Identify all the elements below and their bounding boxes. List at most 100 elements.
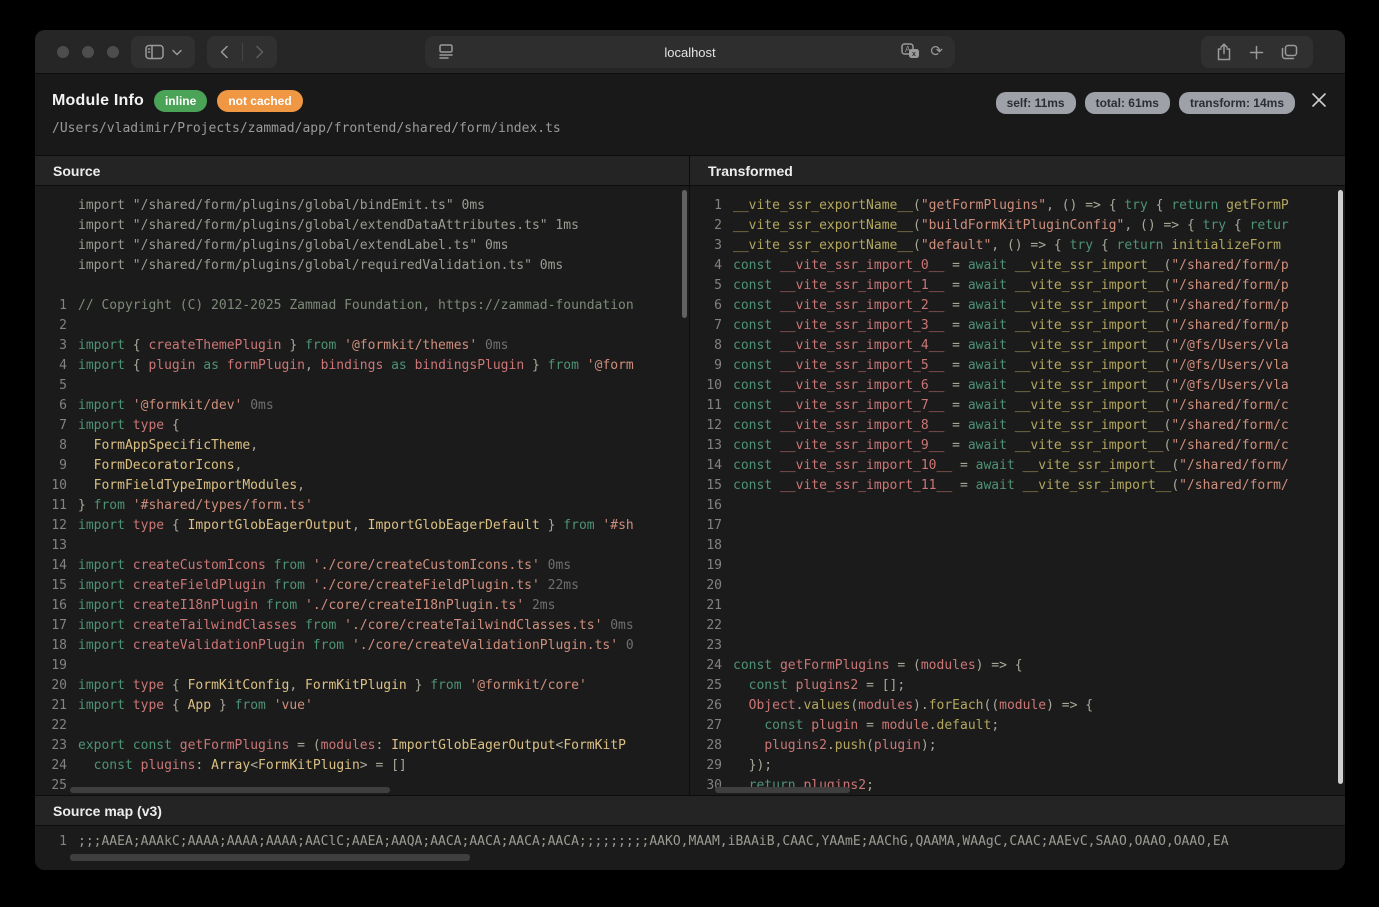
page-title: Module Info: [52, 92, 144, 110]
source-panel: Source import "/shared/form/plugins/glob…: [35, 156, 690, 795]
code-line: 16: [698, 496, 1345, 516]
code-line: 27 const plugin = module.default;: [698, 716, 1345, 736]
code-line: 15import createFieldPlugin from './core/…: [43, 576, 689, 596]
code-line: 24const getFormPlugins = (modules) => {: [698, 656, 1345, 676]
url-text: localhost: [664, 45, 715, 60]
close-window-button[interactable]: [57, 46, 69, 58]
code-line: 20import type { FormKitConfig, FormKitPl…: [43, 676, 689, 696]
source-code-area[interactable]: import "/shared/form/plugins/global/bind…: [35, 186, 689, 795]
code-line: 25 const plugins2 = [];: [698, 676, 1345, 696]
code-line: 1// Copyright (C) 2012-2025 Zammad Found…: [43, 296, 689, 316]
code-line: 10const __vite_ssr_import_6__ = await __…: [698, 376, 1345, 396]
code-panels: Source import "/shared/form/plugins/glob…: [35, 156, 1345, 795]
code-line: 5const __vite_ssr_import_1__ = await __v…: [698, 276, 1345, 296]
code-line: 13: [43, 536, 689, 556]
cache-status-badge: not cached: [217, 90, 302, 112]
svg-text:x: x: [912, 51, 916, 58]
code-line: import "/shared/form/plugins/global/bind…: [43, 196, 689, 216]
toolbar-right-group: [1201, 36, 1313, 68]
code-line: 12import type { ImportGlobEagerOutput, I…: [43, 516, 689, 536]
code-line: 15const __vite_ssr_import_11__ = await _…: [698, 476, 1345, 496]
module-info-header: Module Info inline not cached /Users/vla…: [35, 74, 1345, 156]
code-line: 1;;;AAEA;AAAkC;AAAA;AAAA;AAAA;AAClC;AAEA…: [43, 832, 1345, 852]
code-line: 26 Object.values(modules).forEach((modul…: [698, 696, 1345, 716]
code-line: [43, 276, 689, 296]
code-line: import "/shared/form/plugins/global/requ…: [43, 256, 689, 276]
minimize-window-button[interactable]: [82, 46, 94, 58]
code-line: 9const __vite_ssr_import_5__ = await __v…: [698, 356, 1345, 376]
source-vertical-scrollbar[interactable]: [682, 190, 687, 318]
zoom-window-button[interactable]: [107, 46, 119, 58]
code-line: 18import createValidationPlugin from './…: [43, 636, 689, 656]
transformed-vertical-scrollbar[interactable]: [1338, 190, 1343, 784]
code-line: 5: [43, 376, 689, 396]
code-line: 18: [698, 536, 1345, 556]
code-line: 10 FormFieldTypeImportModules,: [43, 476, 689, 496]
transformed-panel: Transformed 1__vite_ssr_exportName__("ge…: [690, 156, 1345, 795]
sourcemap-section: Source map (v3) 1;;;AAEA;AAAkC;AAAA;AAAA…: [35, 795, 1345, 870]
code-line: 11const __vite_ssr_import_7__ = await __…: [698, 396, 1345, 416]
code-line: 4import { plugin as formPlugin, bindings…: [43, 356, 689, 376]
transform-time-badge: transform: 14ms: [1179, 92, 1295, 114]
code-line: 3__vite_ssr_exportName__("default", () =…: [698, 236, 1345, 256]
code-line: 9 FormDecoratorIcons,: [43, 456, 689, 476]
code-line: 4const __vite_ssr_import_0__ = await __v…: [698, 256, 1345, 276]
self-time-badge: self: 11ms: [996, 92, 1076, 114]
sourcemap-code-area[interactable]: 1;;;AAEA;AAAkC;AAAA;AAAA;AAAA;AAClC;AAEA…: [35, 826, 1345, 852]
transformed-panel-title: Transformed: [690, 156, 1345, 186]
code-line: 28 plugins2.push(plugin);: [698, 736, 1345, 756]
forward-button[interactable]: [243, 36, 277, 68]
browser-window: localhost Ax ⟳ Module Info inline: [35, 30, 1345, 870]
code-line: 7import type {: [43, 416, 689, 436]
sidebar-toggle-button[interactable]: [131, 36, 195, 68]
code-line: 2__vite_ssr_exportName__("buildFormKitPl…: [698, 216, 1345, 236]
chevron-down-icon: [172, 49, 182, 56]
back-button[interactable]: [208, 36, 242, 68]
code-line: 8 FormAppSpecificTheme,: [43, 436, 689, 456]
sourcemap-title: Source map (v3): [35, 796, 1345, 826]
traffic-lights: [57, 46, 119, 58]
close-icon[interactable]: [1309, 90, 1329, 110]
code-line: 19: [43, 656, 689, 676]
code-line: 19: [698, 556, 1345, 576]
reload-icon[interactable]: ⟳: [930, 44, 943, 59]
code-line: 8const __vite_ssr_import_4__ = await __v…: [698, 336, 1345, 356]
address-bar[interactable]: localhost Ax ⟳: [425, 36, 955, 68]
code-line: 14const __vite_ssr_import_10__ = await _…: [698, 456, 1345, 476]
transformed-horizontal-scrollbar[interactable]: [715, 787, 850, 793]
code-line: 17: [698, 516, 1345, 536]
nav-buttons: [207, 36, 277, 68]
code-line: 6import '@formkit/dev' 0ms: [43, 396, 689, 416]
transformed-code-area[interactable]: 1__vite_ssr_exportName__("getFormPlugins…: [690, 186, 1345, 795]
code-line: 12const __vite_ssr_import_8__ = await __…: [698, 416, 1345, 436]
module-file-path: /Users/vladimir/Projects/zammad/app/fron…: [52, 121, 561, 136]
code-line: 22: [698, 616, 1345, 636]
sidebar-icon: [145, 44, 164, 60]
code-line: 23export const getFormPlugins = (modules…: [43, 736, 689, 756]
code-line: 3import { createThemePlugin } from '@for…: [43, 336, 689, 356]
browser-toolbar: localhost Ax ⟳: [35, 30, 1345, 74]
source-panel-title: Source: [35, 156, 689, 186]
code-line: 13const __vite_ssr_import_9__ = await __…: [698, 436, 1345, 456]
tab-overview-icon[interactable]: [1281, 44, 1298, 60]
timing-stats: self: 11ms total: 61ms transform: 14ms: [996, 92, 1295, 114]
code-line: 29 });: [698, 756, 1345, 776]
reader-view-icon[interactable]: [439, 44, 453, 59]
share-icon[interactable]: [1216, 43, 1232, 61]
code-line: 17import createTailwindClasses from './c…: [43, 616, 689, 636]
translate-icon[interactable]: Ax: [901, 43, 920, 59]
code-line: 24 const plugins: Array<FormKitPlugin> =…: [43, 756, 689, 776]
code-line: 14import createCustomIcons from './core/…: [43, 556, 689, 576]
source-horizontal-scrollbar[interactable]: [70, 787, 390, 793]
code-line: 23: [698, 636, 1345, 656]
code-line: import "/shared/form/plugins/global/exte…: [43, 236, 689, 256]
code-line: 7const __vite_ssr_import_3__ = await __v…: [698, 316, 1345, 336]
code-line: 21: [698, 596, 1345, 616]
code-line: 21import type { App } from 'vue': [43, 696, 689, 716]
code-line: 20: [698, 576, 1345, 596]
code-line: 6const __vite_ssr_import_2__ = await __v…: [698, 296, 1345, 316]
new-tab-icon[interactable]: [1249, 45, 1264, 60]
total-time-badge: total: 61ms: [1085, 92, 1170, 114]
sourcemap-horizontal-scrollbar[interactable]: [70, 854, 470, 861]
code-line: 11} from '#shared/types/form.ts': [43, 496, 689, 516]
